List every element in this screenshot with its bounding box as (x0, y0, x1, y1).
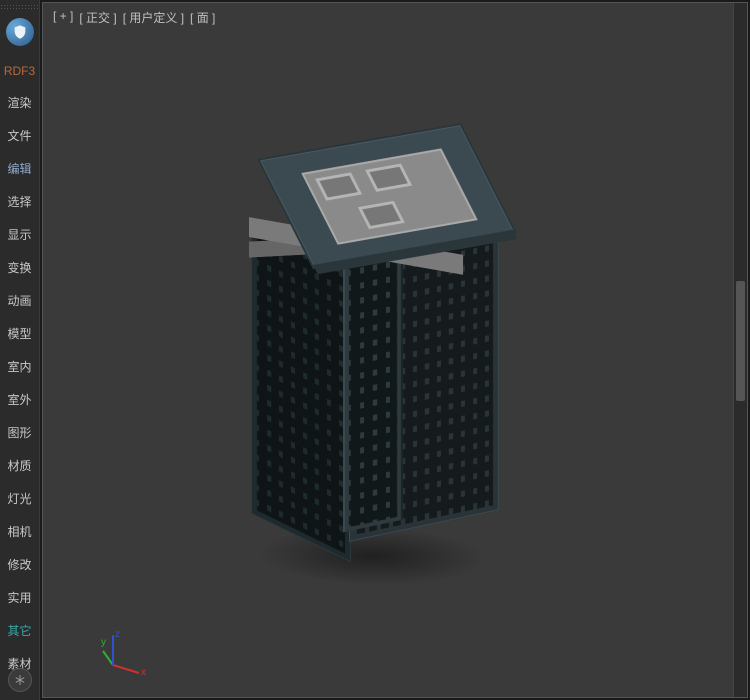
roof-unit (365, 164, 412, 192)
sidebar-item-17[interactable]: 其它 (0, 614, 39, 647)
building-bay (343, 228, 403, 533)
roof-unit (315, 172, 362, 200)
sidebar-item-1[interactable]: 渲染 (0, 86, 39, 119)
sidebar-item-2[interactable]: 文件 (0, 119, 39, 152)
viewport[interactable]: [ + ] [ 正交 ] [ 用户定义 ] [ 面 ] (42, 2, 748, 698)
sidebar-item-15[interactable]: 修改 (0, 548, 39, 581)
roof-unit (358, 201, 405, 229)
viewport-menu-plus[interactable]: [ + ] (53, 9, 73, 26)
shield-icon (12, 24, 28, 40)
viewport-menu-ortho[interactable]: [ 正交 ] (79, 9, 116, 26)
sidebar-item-14[interactable]: 相机 (0, 515, 39, 548)
sidebar-item-4[interactable]: 选择 (0, 185, 39, 218)
sidebar: RDF3渲染文件编辑选择显示变换动画模型室内室外图形材质灯光相机修改实用其它素材 (0, 0, 40, 700)
sidebar-item-10[interactable]: 室外 (0, 383, 39, 416)
roof-platform (301, 149, 477, 245)
settings-button[interactable] (8, 668, 32, 692)
app-logo[interactable] (6, 18, 34, 46)
viewport-labels: [ + ] [ 正交 ] [ 用户定义 ] [ 面 ] (53, 9, 215, 26)
axis-z-label: z (115, 629, 120, 640)
axis-gizmo[interactable]: x y z (101, 629, 149, 677)
axis-x-label: x (141, 667, 146, 677)
app-root: RDF3渲染文件编辑选择显示变换动画模型室内室外图形材质灯光相机修改实用其它素材… (0, 0, 750, 700)
vertical-scrollbar[interactable] (733, 3, 747, 697)
sidebar-item-12[interactable]: 材质 (0, 449, 39, 482)
sidebar-menu: RDF3渲染文件编辑选择显示变换动画模型室内室外图形材质灯光相机修改实用其它素材 (0, 56, 39, 680)
sidebar-item-13[interactable]: 灯光 (0, 482, 39, 515)
sidebar-item-0[interactable]: RDF3 (0, 56, 39, 86)
asterisk-icon (14, 674, 26, 686)
axis-y-label: y (101, 637, 106, 648)
building-wall-left (251, 224, 351, 563)
sidebar-item-8[interactable]: 模型 (0, 317, 39, 350)
building-model[interactable] (285, 136, 505, 536)
scene-content (285, 136, 505, 536)
sidebar-item-9[interactable]: 室内 (0, 350, 39, 383)
sidebar-item-5[interactable]: 显示 (0, 218, 39, 251)
toolbar-grip[interactable] (0, 4, 39, 10)
scrollbar-thumb[interactable] (736, 281, 745, 401)
sidebar-item-16[interactable]: 实用 (0, 581, 39, 614)
sidebar-item-7[interactable]: 动画 (0, 284, 39, 317)
sidebar-item-11[interactable]: 图形 (0, 416, 39, 449)
sidebar-item-3[interactable]: 编辑 (0, 152, 39, 185)
viewport-menu-shading[interactable]: [ 面 ] (190, 9, 215, 26)
sidebar-item-6[interactable]: 变换 (0, 251, 39, 284)
viewport-menu-user[interactable]: [ 用户定义 ] (123, 9, 184, 26)
